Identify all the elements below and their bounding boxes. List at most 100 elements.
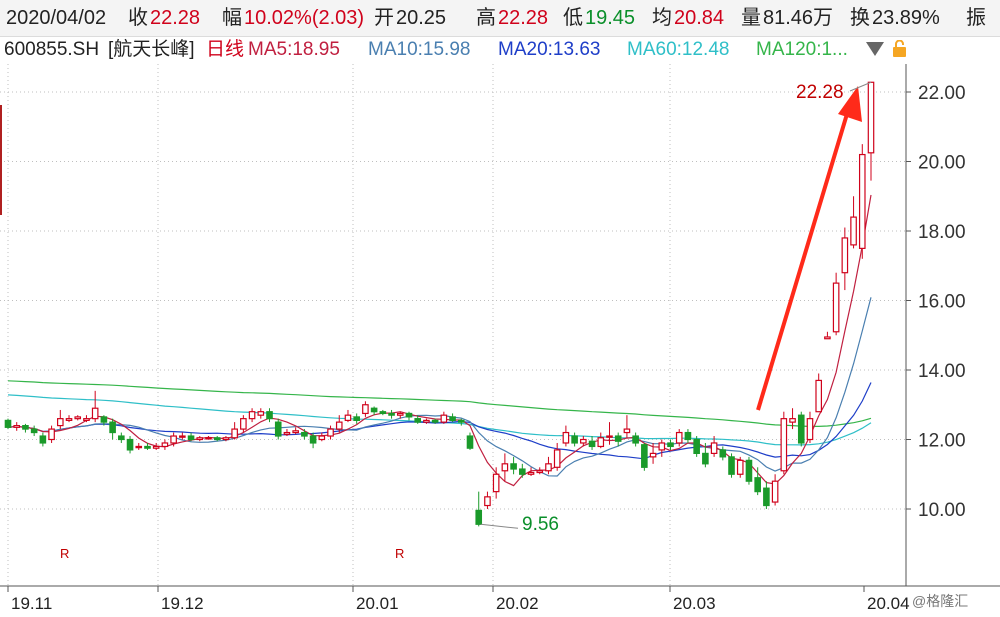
candle-body [562, 431, 570, 444]
candle-body [806, 418, 814, 441]
candle-body [187, 435, 195, 441]
candle-body [170, 435, 177, 444]
candle-body [667, 442, 674, 448]
candle-body [39, 435, 47, 444]
date-tick-label: 20.04 [867, 594, 910, 613]
candle-body [83, 418, 90, 421]
candle-body [274, 421, 282, 437]
candle-body [65, 418, 73, 421]
candle-body [841, 237, 849, 274]
low-label: 低 [563, 7, 583, 29]
close-value: 22.28 [150, 7, 201, 29]
candle-body [231, 428, 238, 439]
period-label[interactable]: 日线 [206, 38, 244, 62]
candle-body [423, 419, 430, 423]
high-label: 高 [476, 7, 496, 29]
date-tick-label: 20.02 [496, 594, 539, 613]
candle-body [440, 414, 448, 423]
candle-body [780, 418, 788, 472]
candle-body [414, 418, 422, 423]
candle-body [719, 449, 727, 458]
candle-body [109, 421, 116, 434]
avg-value: 20.84 [674, 7, 725, 29]
candle-body [832, 282, 840, 333]
candle-body [466, 435, 474, 449]
close-label: 收 [128, 7, 148, 29]
low-field: 低 19.45 [563, 7, 635, 29]
candle-body [649, 452, 657, 458]
avg-field: 均 20.84 [652, 7, 724, 29]
candle-body [492, 473, 500, 493]
candle-body [91, 407, 99, 420]
candle-body [240, 418, 247, 430]
candle-body [135, 445, 143, 449]
candle-body [126, 438, 134, 451]
candle-body [710, 442, 718, 455]
candle-body [588, 440, 596, 448]
candlestick-chart: 10.00 12.00 14.00 16.00 18.00 20.00 22.00 19.1… [0, 64, 1000, 613]
candle-body [815, 379, 822, 413]
candle-body [388, 412, 395, 416]
candle-body [745, 459, 753, 482]
low-price-label: 9.56 [522, 514, 559, 535]
dropdown-triangle-icon[interactable] [866, 42, 884, 56]
candle-body [449, 416, 456, 421]
candle-body [606, 435, 613, 438]
lock-icon[interactable] [892, 40, 907, 57]
candle-body [693, 438, 700, 454]
price-tick-label: 16.00 [918, 292, 966, 313]
open-value: 20.25 [396, 7, 447, 29]
amplitude-label: 振 [966, 7, 986, 29]
candle-body [789, 418, 796, 423]
ma5-legend: MA5:18.95 [248, 39, 340, 60]
candle-body [824, 336, 831, 340]
volume-value: 81.46万 [763, 7, 834, 29]
candle-body [597, 437, 605, 448]
candle-body [161, 442, 169, 448]
left-edge-marker [0, 105, 2, 215]
avg-label: 均 [652, 7, 672, 29]
high-price-label: 22.28 [796, 82, 844, 103]
candle-body [344, 414, 352, 421]
candle-body [675, 431, 683, 444]
candle-body [30, 428, 38, 434]
candle-body [362, 404, 369, 415]
high-field: 高 22.28 [476, 7, 548, 29]
candle-body [763, 487, 770, 507]
candle-body [580, 438, 587, 444]
candle-body [74, 416, 82, 420]
high-value: 22.28 [498, 7, 549, 29]
candle-body [501, 463, 509, 472]
quote-header: 2020/04/02 收 22.28 幅 10.02%(2.03) 开 20.25 高… [0, 0, 1000, 37]
candle-body [658, 442, 666, 451]
candle-body [318, 435, 326, 441]
ma10-legend: MA10:15.98 [368, 39, 471, 60]
price-tick-label: 12.00 [918, 431, 966, 452]
candle-body [510, 463, 517, 470]
watermark: @格隆汇 [912, 593, 969, 609]
candle-body [536, 470, 544, 474]
candle-body [623, 428, 631, 434]
quote-date: 2020/04/02 [6, 7, 107, 29]
candle-body [405, 412, 413, 418]
r-marker: R [395, 546, 404, 561]
candle-body [736, 459, 744, 475]
volume-field: 量 81.46万 [741, 7, 833, 29]
ma5-line [7, 194, 872, 487]
price-tick-label: 18.00 [918, 222, 966, 243]
stock-code: 600855.SH [4, 39, 100, 60]
candle-body [292, 430, 299, 434]
ma-legend-bar: 600855.SH [航天长峰] 日线 MA5:18.95 MA10:15.98… [0, 38, 1000, 64]
date-tick-label: 20.01 [356, 594, 399, 613]
candle-body [257, 411, 265, 416]
trend-arrow [480, 81, 872, 529]
candle-body [309, 435, 317, 444]
open-label: 开 [374, 7, 394, 29]
candle-body [118, 435, 125, 441]
candles [4, 81, 875, 527]
candle-body [632, 435, 639, 444]
candle-body [545, 463, 552, 472]
candle-body [519, 468, 526, 475]
low-callout-line [480, 523, 519, 529]
candle-body [100, 416, 108, 423]
